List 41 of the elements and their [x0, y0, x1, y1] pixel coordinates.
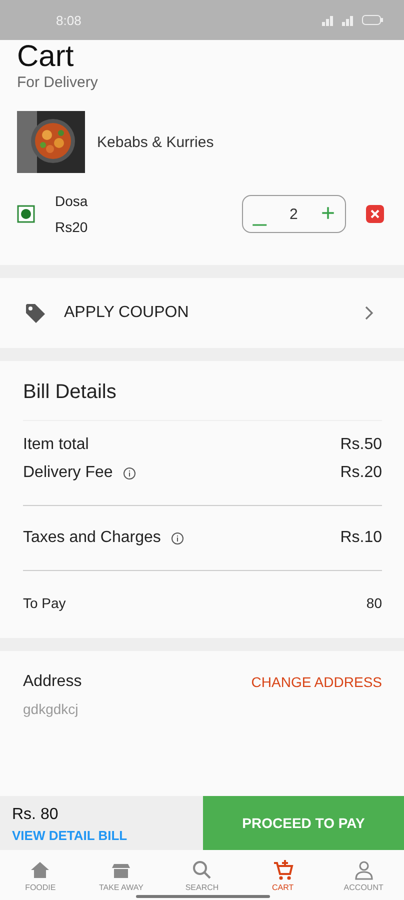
page-title: Cart [17, 42, 75, 72]
signal-icon [342, 14, 356, 26]
chevron-right-icon [364, 306, 374, 320]
restaurant-name: Kebabs & Kurries [97, 134, 214, 150]
address-title: Address [23, 673, 82, 691]
change-address-link[interactable]: CHANGE ADDRESS [251, 674, 382, 690]
bill-value: Rs.50 [340, 436, 382, 454]
remove-icon[interactable] [366, 205, 384, 223]
cart-icon [272, 858, 294, 880]
decrease-button[interactable]: _ [253, 202, 266, 226]
item-price: Rs20 [55, 219, 89, 235]
info-icon [122, 466, 136, 480]
veg-icon [17, 205, 35, 223]
quantity-value: 2 [290, 206, 298, 222]
bill-value: 80 [366, 595, 382, 611]
nav-tab[interactable]: SEARCH [162, 850, 242, 900]
battery-icon [362, 14, 384, 26]
nav-tab[interactable]: FOODIE [0, 850, 81, 900]
page-subtitle: For Delivery [17, 74, 99, 91]
bill-value: Rs.20 [340, 464, 382, 482]
total-amount: Rs. 80 [12, 806, 60, 824]
tag-icon [24, 302, 46, 324]
signal-icon [322, 14, 336, 26]
bill-label: To Pay [23, 595, 66, 611]
bill-title: Bill Details [23, 381, 118, 405]
increase-button[interactable]: + [320, 202, 335, 226]
nav-tab[interactable]: TAKE AWAY [80, 850, 162, 900]
info-icon [170, 532, 184, 544]
bill-label: Taxes and Charges [23, 529, 161, 547]
person-icon [352, 858, 375, 880]
proceed-button[interactable]: PROCEED TO PAY [203, 796, 404, 850]
view-bill-link[interactable]: VIEW DETAIL BILL [12, 828, 128, 843]
status-time: 8:08 [56, 12, 82, 28]
bill-label: Item total [23, 436, 89, 454]
search-icon [190, 858, 213, 880]
nav-tab[interactable]: ACCOUNT [323, 850, 404, 900]
bill-label: Delivery Fee [23, 464, 113, 482]
nav-tab[interactable]: CART [242, 850, 324, 900]
item-name: Dosa [55, 193, 89, 209]
bill-value: Rs.10 [340, 529, 382, 547]
address-text: gdkgdkcj [23, 701, 80, 717]
